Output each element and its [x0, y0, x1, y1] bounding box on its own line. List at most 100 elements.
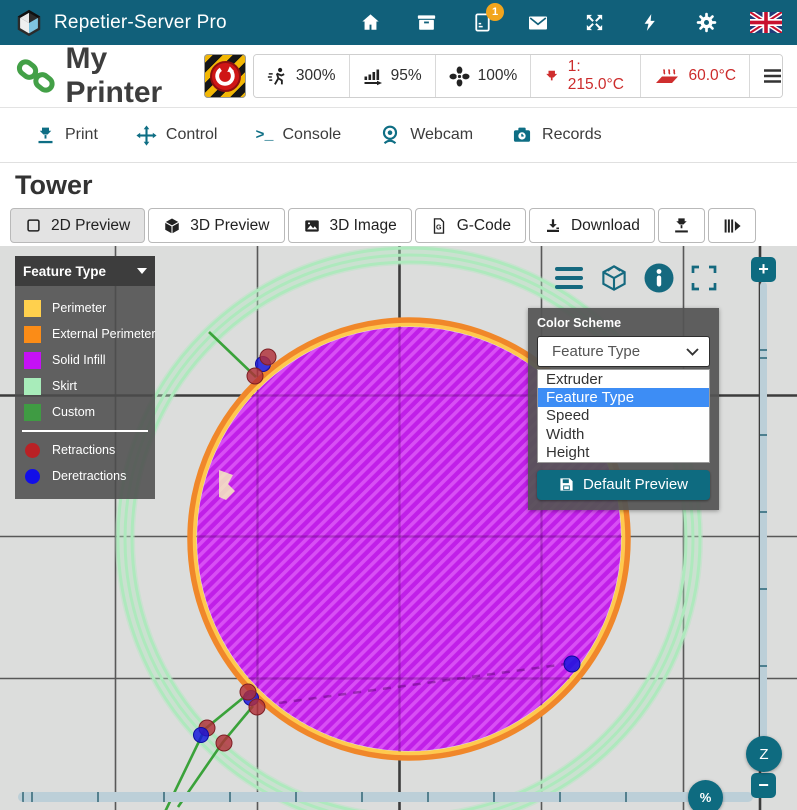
layer-slider-track[interactable] — [760, 282, 767, 752]
color-scheme-select[interactable]: Feature Type — [537, 336, 710, 367]
zoom-in-button[interactable]: + — [751, 257, 776, 282]
bed-temp-button[interactable]: 60.0°C — [640, 55, 749, 97]
emergency-stop-button[interactable] — [204, 54, 246, 98]
3d-image-label: 3D Image — [330, 217, 397, 235]
gcode-label: G-Code — [457, 217, 511, 235]
feature-legend: Feature Type Perimeter External Perimete… — [15, 256, 155, 499]
download-button[interactable]: Download — [529, 208, 655, 243]
printer-tabs: Print Control >_ Console Webcam Records — [0, 108, 797, 163]
save-icon — [559, 477, 574, 492]
retraction-dot — [240, 684, 256, 700]
hamburger-icon — [763, 68, 782, 84]
fan-icon — [449, 66, 470, 87]
tab-print[interactable]: Print — [35, 125, 98, 146]
retraction-dot — [249, 699, 265, 715]
skirt-swatch — [24, 378, 41, 395]
retraction-dot — [260, 349, 276, 365]
runner-icon — [267, 66, 288, 87]
flow-button[interactable]: 95% — [349, 55, 435, 97]
tab-console-label: Console — [283, 126, 342, 144]
speed-button[interactable]: 300% — [254, 55, 349, 97]
image-icon — [303, 217, 321, 235]
tab-print-label: Print — [65, 126, 98, 144]
printer-menu-button[interactable] — [749, 55, 783, 97]
fan-button[interactable]: 100% — [435, 55, 531, 97]
color-scheme-panel: Color Scheme Feature Type Extruder Featu… — [528, 308, 719, 510]
legend-title: Feature Type — [23, 264, 137, 279]
progress-slider-track[interactable] — [18, 792, 753, 802]
continue-print-button[interactable] — [708, 208, 756, 243]
home-icon[interactable] — [357, 10, 383, 36]
default-preview-button[interactable]: Default Preview — [537, 470, 710, 500]
solid-infill-swatch — [24, 352, 41, 369]
2d-preview-label: 2D Preview — [51, 217, 130, 235]
solid-infill-label: Solid Infill — [52, 353, 106, 367]
z-layer-handle[interactable]: Z — [746, 736, 782, 772]
gcode-button[interactable]: G G-Code — [415, 208, 526, 243]
gcode-file-icon: G — [430, 217, 448, 235]
tab-webcam[interactable]: Webcam — [379, 124, 473, 146]
download-label: Download — [571, 217, 640, 235]
webcam-icon — [379, 124, 401, 146]
legend-item: External Perimeter — [15, 321, 155, 347]
extruder-temp-button[interactable]: 1: 215.0°C — [530, 55, 640, 97]
print-nozzle-icon — [672, 216, 691, 235]
3d-image-button[interactable]: 3D Image — [288, 208, 412, 243]
language-flag-icon[interactable] — [749, 10, 783, 36]
info-icon[interactable] — [642, 261, 676, 295]
fullscreen-icon[interactable] — [687, 261, 721, 295]
print-file-button[interactable] — [658, 208, 705, 243]
tab-control[interactable]: Control — [136, 125, 218, 146]
option-height[interactable]: Height — [538, 444, 709, 462]
app-title: Repetier-Server Pro — [54, 12, 227, 34]
retractions-marker — [25, 443, 40, 458]
speed-value: 300% — [296, 67, 336, 85]
expand-icon[interactable] — [581, 10, 607, 36]
tab-records[interactable]: Records — [511, 124, 602, 146]
repetier-logo-icon[interactable] — [14, 8, 44, 38]
option-feature-type[interactable]: Feature Type — [538, 388, 709, 406]
3d-box-icon[interactable] — [597, 261, 631, 295]
preview-menu-icon[interactable] — [552, 261, 586, 295]
custom-swatch — [24, 404, 41, 421]
option-width[interactable]: Width — [538, 425, 709, 443]
archive-icon[interactable] — [413, 10, 439, 36]
mail-icon[interactable] — [525, 10, 551, 36]
preview-canvas[interactable]: Feature Type Perimeter External Perimete… — [0, 246, 797, 810]
retraction-dot — [247, 368, 263, 384]
heated-bed-icon — [654, 66, 680, 86]
color-scheme-label: Color Scheme — [537, 316, 710, 330]
emergency-stop-symbol — [210, 61, 241, 92]
legend-header[interactable]: Feature Type — [15, 256, 155, 286]
perimeter-swatch — [24, 300, 41, 317]
tab-console[interactable]: >_ Console — [255, 126, 341, 144]
fan-value: 100% — [478, 67, 518, 85]
external-perimeter-swatch — [24, 326, 41, 343]
zoom-out-button[interactable]: − — [751, 773, 776, 798]
default-preview-label: Default Preview — [583, 476, 688, 493]
3d-preview-label: 3D Preview — [190, 217, 269, 235]
tab-control-label: Control — [166, 126, 218, 144]
print-queue-icon[interactable]: 1 — [469, 10, 495, 36]
skirt-label: Skirt — [52, 379, 77, 393]
bolt-icon[interactable] — [637, 10, 663, 36]
retractions-label: Retractions — [52, 443, 115, 457]
extruder-temp-value: 1: 215.0°C — [568, 58, 628, 94]
tab-webcam-label: Webcam — [410, 126, 473, 144]
option-speed[interactable]: Speed — [538, 407, 709, 425]
retraction-dot — [216, 735, 232, 751]
top-navbar: Repetier-Server Pro 1 — [0, 0, 797, 45]
percent-handle[interactable]: % — [688, 780, 723, 810]
flow-icon — [363, 66, 383, 86]
svg-text:G: G — [436, 223, 442, 231]
3d-preview-button[interactable]: 3D Preview — [148, 208, 284, 243]
notification-badge: 1 — [486, 3, 504, 21]
legend-item: Skirt — [15, 373, 155, 399]
printer-name: My Printer — [66, 42, 205, 110]
legend-item: Retractions — [15, 437, 155, 463]
color-scheme-options: Extruder Feature Type Speed Width Height — [537, 369, 710, 463]
option-extruder[interactable]: Extruder — [538, 370, 709, 388]
cube-icon — [163, 217, 181, 235]
2d-preview-button[interactable]: 2D Preview — [10, 208, 145, 243]
gear-icon[interactable] — [693, 10, 719, 36]
